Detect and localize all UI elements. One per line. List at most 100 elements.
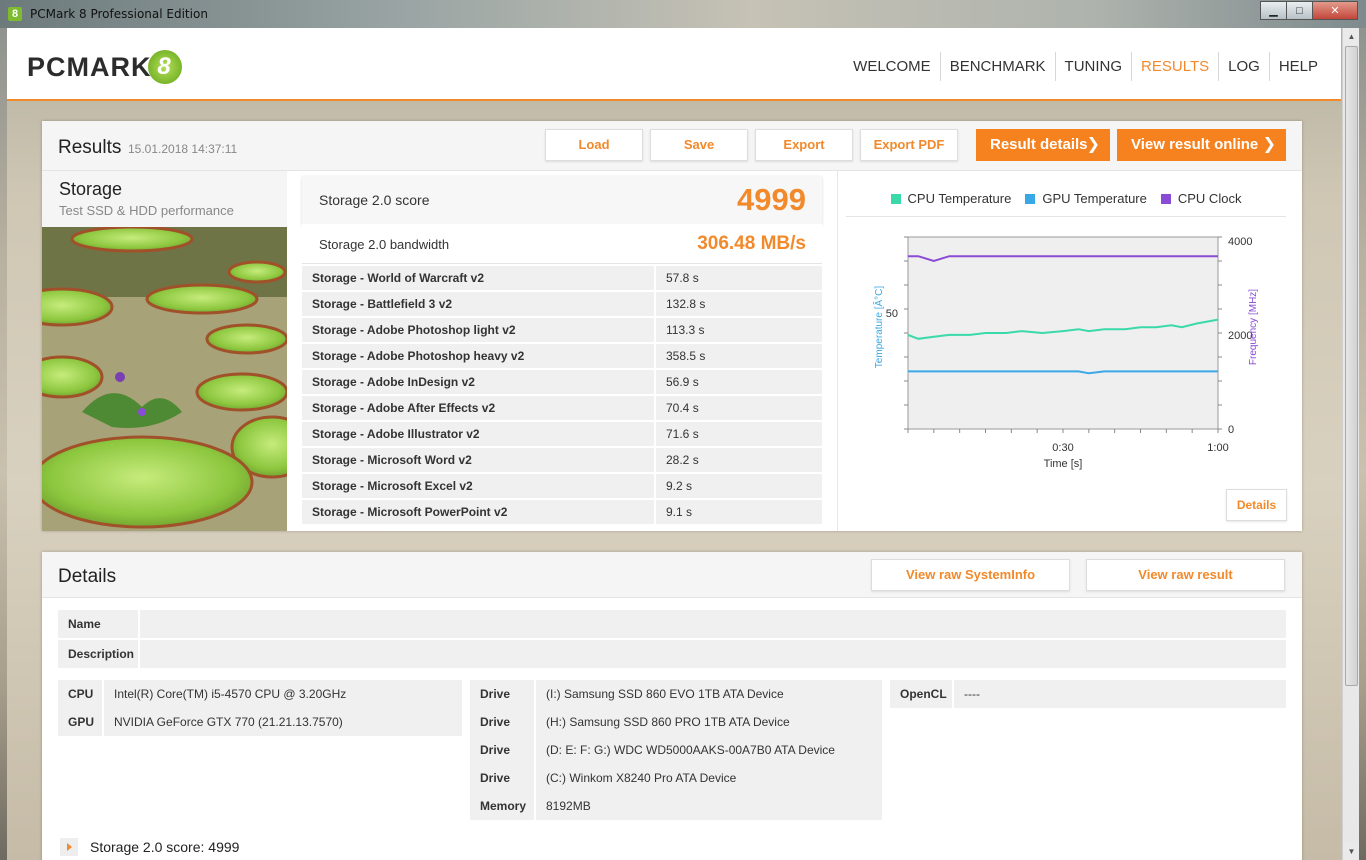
view-raw-systeminfo-button[interactable]: View raw SystemInfo [871,559,1070,591]
legend-swatch [890,193,901,204]
maximize-button[interactable]: □ [1286,1,1313,20]
app-header: PCMARK 8 WELCOME BENCHMARK TUNING RESULT… [7,28,1341,101]
gpu-value: NVIDIA GeForce GTX 770 (21.21.13.7570) [104,708,462,736]
storage-score-label: Storage 2.0 score [319,192,430,208]
subtest-time: 71.6 s [656,422,822,448]
table-row: Storage - World of Warcraft v2 57.8 s [302,266,822,292]
subtest-time: 70.4 s [656,396,822,422]
memory-value: 8192MB [536,792,882,820]
left-axis-label: Temperature [Â°C] [872,286,885,369]
chart-legend: CPU Temperature GPU Temperature CPU Cloc… [846,181,1286,217]
description-row: Description [58,640,1286,668]
scroll-down-arrow-icon[interactable]: ▼ [1343,843,1359,860]
logo-eight-badge: 8 [147,50,182,84]
storage-lily-pad-image [42,227,287,531]
nav-welcome[interactable]: WELCOME [844,52,941,81]
legend-label: CPU Clock [1177,191,1242,206]
nav-tuning[interactable]: TUNING [1056,52,1133,81]
load-button[interactable]: Load [545,129,643,161]
opencl-value: ---- [954,680,1286,708]
monitoring-line-chart: 50 4000 2000 0 0:30 1:00 Time [s] Temper… [872,236,1259,470]
subtest-name: Storage - Adobe Photoshop heavy v2 [302,344,654,370]
subtest-name: Storage - Adobe After Effects v2 [302,396,654,422]
nav-log[interactable]: LOG [1219,52,1270,81]
plot-area [907,236,1219,430]
drive-row: Drive (I:) Samsung SSD 860 EVO 1TB ATA D… [470,680,882,708]
nav-results[interactable]: RESULTS [1132,52,1220,81]
drive-row: Drive (H:) Samsung SSD 860 PRO 1TB ATA D… [470,708,882,736]
export-button[interactable]: Export [755,129,853,161]
export-pdf-button[interactable]: Export PDF [860,129,958,161]
save-button[interactable]: Save [650,129,748,161]
storage-test-name: Storage [59,179,123,199]
gpu-label: GPU [58,708,102,736]
details-panel: Details View raw SystemInfo View raw res… [42,552,1302,860]
table-row: Storage - Adobe Photoshop light v2 113.3 … [302,318,822,344]
subtest-time: 56.9 s [656,370,822,396]
drive-label: Drive [470,736,534,764]
monitoring-chart-panel: CPU Temperature GPU Temperature CPU Cloc… [837,171,1302,531]
subtest-time: 132.8 s [656,292,822,318]
drive-value: (D: E: F: G:) WDC WD5000AAKS-00A7B0 ATA … [536,736,882,764]
memory-label: Memory [470,792,534,820]
vertical-scrollbar[interactable]: ▲ ▼ [1342,28,1359,860]
view-raw-result-button[interactable]: View raw result [1086,559,1285,591]
storage-bandwidth-label: Storage 2.0 bandwidth [319,237,450,252]
table-row: Storage - Adobe InDesign v2 56.9 s [302,370,822,396]
table-row: Storage - Adobe After Effects v2 70.4 s [302,396,822,422]
subtest-time: 57.8 s [656,266,822,292]
results-panel: Results 15.01.2018 14:37:11 Load Save Ex… [42,121,1302,531]
app-client-area: PCMARK 8 WELCOME BENCHMARK TUNING RESULT… [7,28,1359,860]
cpu-value: Intel(R) Core(TM) i5-4570 CPU @ 3.20GHz [104,680,462,708]
chevron-right-icon: ❯ [1086,136,1100,153]
table-row: Storage - Battlefield 3 v2 132.8 s [302,292,822,318]
gpu-row: GPU NVIDIA GeForce GTX 770 (21.21.13.757… [58,708,462,736]
subtest-name: Storage - Battlefield 3 v2 [302,292,654,318]
expand-triangle-icon[interactable] [60,838,78,856]
cpu-label: CPU [58,680,102,708]
legend-label: GPU Temperature [1042,191,1147,206]
details-header: Details View raw SystemInfo View raw res… [42,552,1302,598]
memory-row: Memory 8192MB [470,792,882,820]
right-tick-label: 4000 [1228,236,1252,248]
drive-row: Drive (C:) Winkom X8240 Pro ATA Device [470,764,882,792]
close-button[interactable]: ✕ [1312,1,1358,20]
storage-score-value: 4999 [737,182,806,217]
window-titlebar[interactable]: 8 PCMark 8 Professional Edition ▁ □ ✕ [0,0,1366,28]
chart-details-button[interactable]: Details [1226,489,1287,521]
score-line-text: Storage 2.0 score: 4999 [90,839,240,855]
details-title: Details [58,566,117,587]
drive-label: Drive [470,764,534,792]
legend-swatch [1025,193,1036,204]
storage-bandwidth-value: 306.48 MB/s [697,233,806,254]
legend-item: GPU Temperature [1025,191,1147,206]
view-result-online-button[interactable]: View result online ❯ [1117,129,1286,161]
name-value [140,610,1286,638]
main-nav: WELCOME BENCHMARK TUNING RESULTS LOG HEL… [844,52,1327,81]
x-tick-label: 0:30 [1052,442,1073,454]
window-title: PCMark 8 Professional Edition [30,7,208,21]
subtest-name: Storage - Adobe InDesign v2 [302,370,654,396]
pcmark-logo: PCMARK 8 [27,50,182,84]
lily-pad-illustration [42,227,287,531]
subtest-name: Storage - Adobe Illustrator v2 [302,422,654,448]
nav-benchmark[interactable]: BENCHMARK [941,52,1056,81]
subtest-name: Storage - Microsoft PowerPoint v2 [302,500,654,526]
view-result-online-label: View result online [1131,136,1259,153]
nav-help[interactable]: HELP [1270,52,1327,81]
x-axis-label: Time [s] [1044,458,1083,470]
name-row: Name [58,610,1286,638]
description-label: Description [58,640,138,668]
scroll-thumb[interactable] [1345,46,1358,686]
result-details-button[interactable]: Result details ❯ [976,129,1110,161]
table-row: Storage - Microsoft PowerPoint v2 9.1 s [302,500,822,526]
minimize-button[interactable]: ▁ [1260,1,1287,20]
scroll-up-arrow-icon[interactable]: ▲ [1343,28,1359,45]
score-expander[interactable]: Storage 2.0 score: 4999 [60,838,239,856]
results-header: Results 15.01.2018 14:37:11 Load Save Ex… [42,121,1302,171]
logo-text: PCMARK [27,51,152,82]
opencl-label: OpenCL [890,680,952,708]
legend-label: CPU Temperature [907,191,1012,206]
result-details-label: Result details [990,136,1088,153]
results-title: Results [58,137,122,158]
